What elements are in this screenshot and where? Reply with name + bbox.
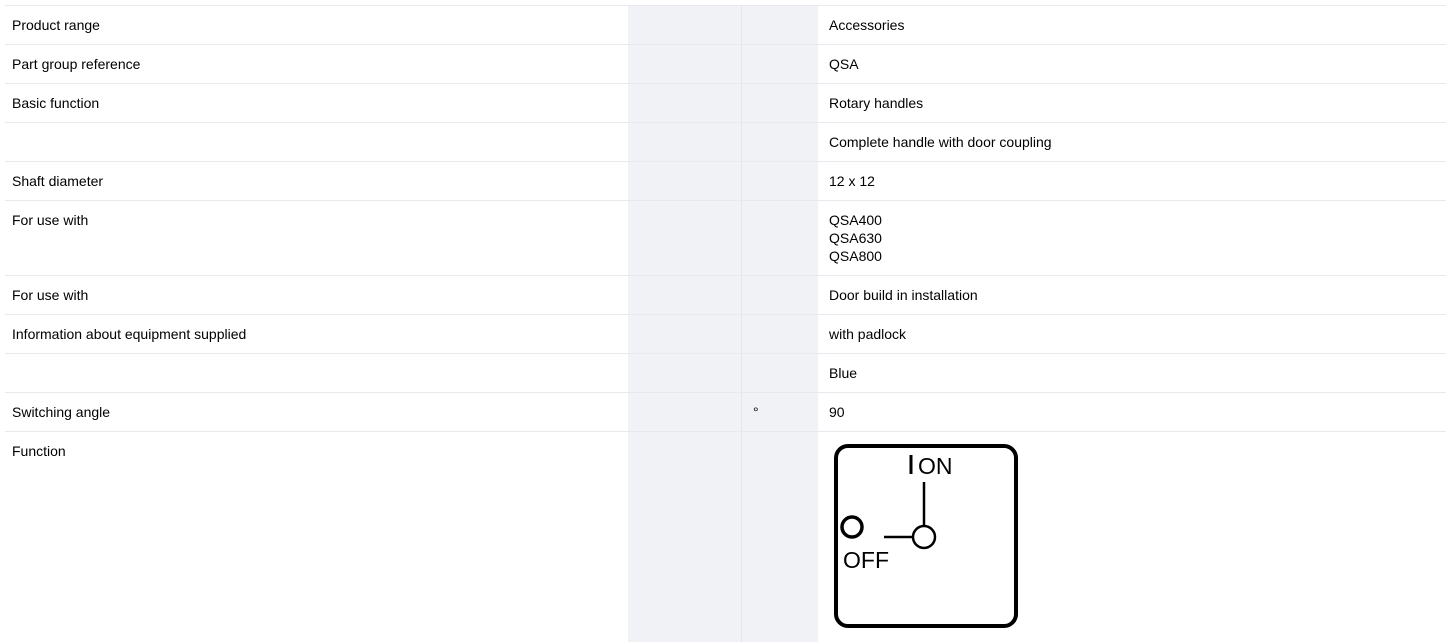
- row-unit: [748, 161, 829, 201]
- row-unit: [748, 122, 829, 162]
- row-label: Basic function: [5, 83, 635, 123]
- row-label: Product range: [5, 5, 635, 45]
- row-value: Complete handle with door coupling: [829, 134, 1052, 150]
- table-row: Switching angle ° 90: [5, 392, 1446, 432]
- off-label: OFF: [843, 547, 889, 573]
- row-value: with padlock: [829, 326, 907, 342]
- row-value: QSA800: [829, 248, 882, 264]
- rotary-pivot-circle: [911, 524, 937, 550]
- row-unit: [748, 200, 829, 276]
- table-row: Part group reference QSA: [5, 44, 1446, 84]
- row-value: QSA400: [829, 212, 882, 228]
- table-row: Blue: [5, 353, 1446, 393]
- row-value: QSA630: [829, 230, 882, 246]
- row-unit: [748, 314, 829, 354]
- row-label: For use with: [5, 200, 635, 276]
- row-unit-degree: °: [748, 392, 829, 432]
- row-value: Door build in installation: [829, 287, 978, 303]
- specifications-table: Product range Accessories Part group ref…: [5, 5, 1446, 640]
- row-value: Rotary handles: [829, 95, 924, 111]
- off-indicator-circle: [840, 515, 864, 539]
- on-label: ON: [918, 453, 953, 479]
- on-off-rotary-switch-diagram-icon: ON OFF: [834, 444, 1018, 628]
- row-unit: [748, 353, 829, 393]
- spec-sheet: Product range Accessories Part group ref…: [0, 0, 1451, 642]
- table-row-function: Function ON OFF: [5, 431, 1446, 640]
- table-row: Shaft diameter 12 x 12: [5, 161, 1446, 201]
- row-label: Part group reference: [5, 44, 635, 84]
- row-label: For use with: [5, 275, 635, 315]
- table-row: Complete handle with door coupling: [5, 122, 1446, 162]
- row-value: Blue: [829, 365, 858, 381]
- row-unit: [748, 83, 829, 123]
- table-row: Basic function Rotary handles: [5, 83, 1446, 123]
- row-label: [5, 353, 635, 393]
- table-row: For use with QSA400 QSA630 QSA800: [5, 200, 1446, 276]
- row-label: Information about equipment supplied: [5, 314, 635, 354]
- table-row: For use with Door build in installation: [5, 275, 1446, 315]
- table-row: Information about equipment supplied wit…: [5, 314, 1446, 354]
- row-value: QSA: [829, 56, 859, 72]
- table-row: Product range Accessories: [5, 5, 1446, 45]
- row-value: 90: [829, 404, 845, 420]
- row-label: [5, 122, 635, 162]
- row-unit: [748, 44, 829, 84]
- row-unit: [748, 5, 829, 45]
- row-label: Switching angle: [5, 392, 635, 432]
- row-value: 12 x 12: [829, 173, 875, 189]
- row-unit: [748, 275, 829, 315]
- row-unit: [748, 431, 829, 640]
- row-value: Accessories: [829, 17, 905, 33]
- row-label: Shaft diameter: [5, 161, 635, 201]
- row-label: Function: [5, 431, 635, 640]
